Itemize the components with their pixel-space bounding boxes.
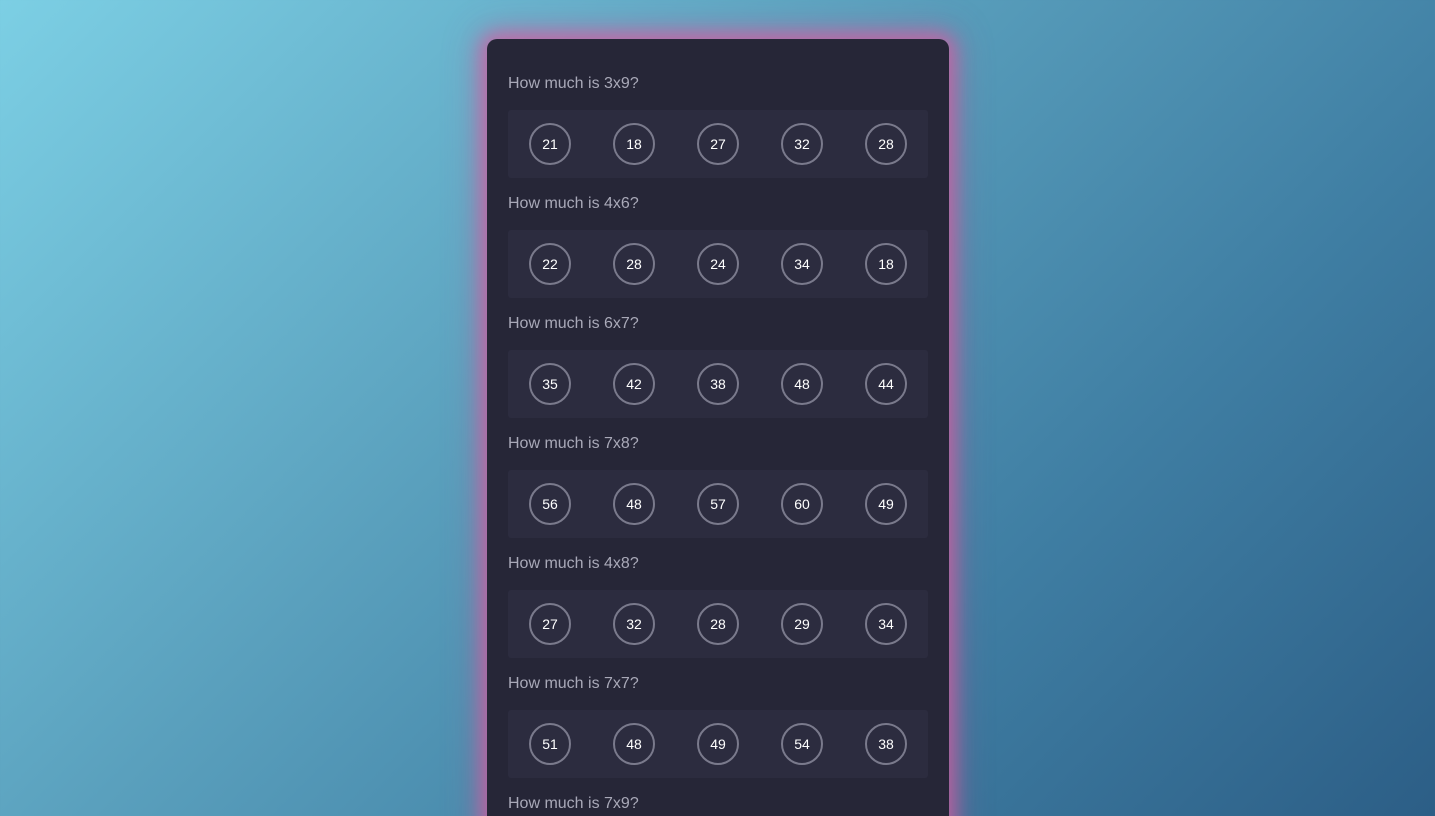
answer-option[interactable]: 34 bbox=[781, 243, 823, 285]
question-block: How much is 7x9? bbox=[508, 792, 928, 816]
answer-option[interactable]: 28 bbox=[865, 123, 907, 165]
answer-option[interactable]: 54 bbox=[781, 723, 823, 765]
answer-option[interactable]: 56 bbox=[529, 483, 571, 525]
answer-option[interactable]: 44 bbox=[865, 363, 907, 405]
answer-option[interactable]: 28 bbox=[613, 243, 655, 285]
question-block: How much is 7x7? 51 48 49 54 38 bbox=[508, 672, 928, 778]
answer-option[interactable]: 34 bbox=[865, 603, 907, 645]
answer-option[interactable]: 57 bbox=[697, 483, 739, 525]
answer-option[interactable]: 22 bbox=[529, 243, 571, 285]
answer-option[interactable]: 24 bbox=[697, 243, 739, 285]
question-text: How much is 7x9? bbox=[508, 795, 639, 812]
answer-option[interactable]: 35 bbox=[529, 363, 571, 405]
question-block: How much is 7x8? 56 48 57 60 49 bbox=[508, 432, 928, 538]
question-block: How much is 6x7? 35 42 38 48 44 bbox=[508, 312, 928, 418]
answer-option[interactable]: 27 bbox=[529, 603, 571, 645]
answer-option[interactable]: 28 bbox=[697, 603, 739, 645]
question-block: How much is 4x8? 27 32 28 29 34 bbox=[508, 552, 928, 658]
answer-options: 51 48 49 54 38 bbox=[508, 710, 928, 778]
answer-option[interactable]: 21 bbox=[529, 123, 571, 165]
question-block: How much is 4x6? 22 28 24 34 18 bbox=[508, 192, 928, 298]
answer-option[interactable]: 48 bbox=[613, 483, 655, 525]
answer-option[interactable]: 38 bbox=[865, 723, 907, 765]
answer-option[interactable]: 32 bbox=[613, 603, 655, 645]
question-block: How much is 3x9? 21 18 27 32 28 bbox=[508, 72, 928, 178]
question-text: How much is 7x8? bbox=[508, 435, 639, 452]
answer-option[interactable]: 51 bbox=[529, 723, 571, 765]
answer-options: 21 18 27 32 28 bbox=[508, 110, 928, 178]
question-text: How much is 6x7? bbox=[508, 315, 639, 332]
answer-option[interactable]: 48 bbox=[781, 363, 823, 405]
answer-option[interactable]: 27 bbox=[697, 123, 739, 165]
answer-option[interactable]: 49 bbox=[865, 483, 907, 525]
answer-options: 27 32 28 29 34 bbox=[508, 590, 928, 658]
answer-option[interactable]: 32 bbox=[781, 123, 823, 165]
answer-options: 35 42 38 48 44 bbox=[508, 350, 928, 418]
answer-options: 22 28 24 34 18 bbox=[508, 230, 928, 298]
answer-option[interactable]: 38 bbox=[697, 363, 739, 405]
question-text: How much is 4x8? bbox=[508, 555, 639, 572]
answer-option[interactable]: 18 bbox=[865, 243, 907, 285]
answer-option[interactable]: 60 bbox=[781, 483, 823, 525]
answer-option[interactable]: 29 bbox=[781, 603, 823, 645]
answer-option[interactable]: 42 bbox=[613, 363, 655, 405]
answer-option[interactable]: 18 bbox=[613, 123, 655, 165]
answer-options: 56 48 57 60 49 bbox=[508, 470, 928, 538]
question-text: How much is 3x9? bbox=[508, 75, 639, 92]
question-text: How much is 4x6? bbox=[508, 195, 639, 212]
answer-option[interactable]: 49 bbox=[697, 723, 739, 765]
answer-option[interactable]: 48 bbox=[613, 723, 655, 765]
question-text: How much is 7x7? bbox=[508, 675, 639, 692]
quiz-card: How much is 3x9? 21 18 27 32 28 How much… bbox=[487, 39, 949, 816]
